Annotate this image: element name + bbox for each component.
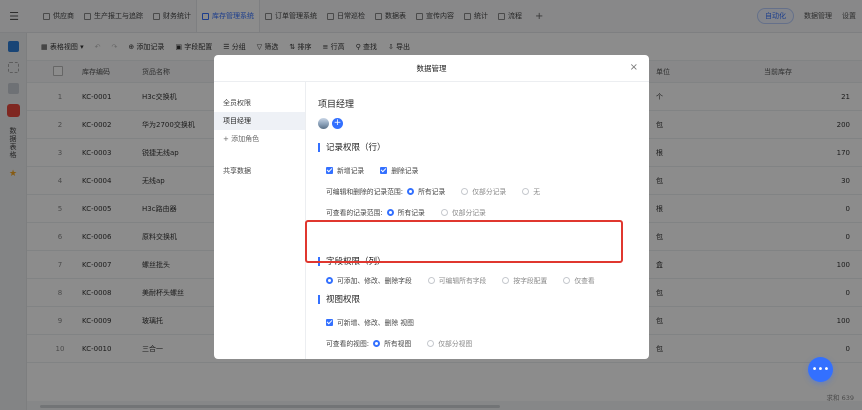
role-members: + <box>318 118 343 129</box>
viewable-range-row: 可查看的记录范围: 所有记录 仅部分记录 <box>326 207 498 217</box>
delete-record-checkbox[interactable]: 删除记录 <box>380 165 418 175</box>
viewable-views-label: 可查看的视图: <box>326 340 370 348</box>
more-fab-button[interactable]: ••• <box>808 357 833 382</box>
radio-icon <box>427 339 435 347</box>
field-perm-options: 可添加、修改、删除字段 可编辑所有字段 按字段配置 仅查看 <box>326 275 607 285</box>
radio-none[interactable]: 无 <box>522 186 540 196</box>
radio-icon <box>522 187 530 195</box>
checkbox-checked-icon <box>326 318 333 326</box>
radio-view-partial-records[interactable]: 仅部分记录 <box>440 207 486 217</box>
radio-field-edit-all[interactable]: 可编辑所有字段 <box>427 275 486 285</box>
radio-all-views[interactable]: 所有视图 <box>373 338 411 348</box>
viewable-views-row: 可查看的视图: 所有视图 仅部分视图 <box>326 338 484 348</box>
radio-icon <box>502 276 510 284</box>
data-manage-modal: 数据管理 × 全员权限 项目经理 + 添加角色 共享数据 项目经理 + 记录权限… <box>214 55 649 359</box>
modal-title: 数据管理 <box>416 63 447 73</box>
radio-icon <box>461 187 469 195</box>
add-member-button[interactable]: + <box>332 118 343 129</box>
field-perm-highlight <box>305 220 623 263</box>
radio-icon <box>427 276 435 284</box>
role-title: 项目经理 <box>318 100 355 110</box>
record-perm-checkboxes: 新增记录 删除记录 <box>326 165 430 175</box>
checkbox-checked-icon <box>326 166 333 174</box>
radio-partial-records[interactable]: 仅部分记录 <box>461 186 506 196</box>
editable-range-label: 可编辑和删除的记录范围: <box>326 188 404 196</box>
radio-all-records[interactable]: 所有记录 <box>407 186 445 196</box>
editable-range-row: 可编辑和删除的记录范围: 所有记录 仅部分记录 无 <box>326 186 552 196</box>
role-item-project-manager[interactable]: 项目经理 <box>214 112 305 130</box>
radio-selected-icon <box>373 339 381 347</box>
radio-icon <box>440 208 448 216</box>
shared-data-item[interactable]: 共享数据 <box>214 162 305 180</box>
avatar[interactable] <box>318 118 329 129</box>
close-icon[interactable]: × <box>630 62 638 73</box>
role-list: 全员权限 项目经理 + 添加角色 共享数据 <box>214 82 306 359</box>
role-item-all[interactable]: 全员权限 <box>214 94 305 112</box>
viewable-range-label: 可查看的记录范围: <box>326 209 383 217</box>
add-record-checkbox[interactable]: 新增记录 <box>326 165 364 175</box>
radio-selected-icon <box>407 187 415 195</box>
add-view-checkbox[interactable]: 可新增、修改、删除 视图 <box>326 317 414 327</box>
checkbox-checked-icon <box>380 166 388 174</box>
add-role-button[interactable]: + 添加角色 <box>214 130 305 148</box>
radio-partial-views[interactable]: 仅部分视图 <box>427 338 472 348</box>
radio-field-config[interactable]: 按字段配置 <box>502 275 547 285</box>
radio-field-full[interactable]: 可添加、修改、删除字段 <box>326 275 412 285</box>
radio-view-all-records[interactable]: 所有记录 <box>386 207 425 217</box>
modal-header: 数据管理 × <box>214 55 649 82</box>
radio-field-view-only[interactable]: 仅查看 <box>563 275 595 285</box>
view-perm-checkbox-row: 可新增、修改、删除 视图 <box>326 317 426 327</box>
radio-icon <box>563 276 571 284</box>
record-perm-title: 记录权限（行） <box>318 141 386 153</box>
view-perm-title: 视图权限 <box>318 293 360 305</box>
radio-selected-icon <box>326 276 333 284</box>
radio-selected-icon <box>386 208 394 216</box>
